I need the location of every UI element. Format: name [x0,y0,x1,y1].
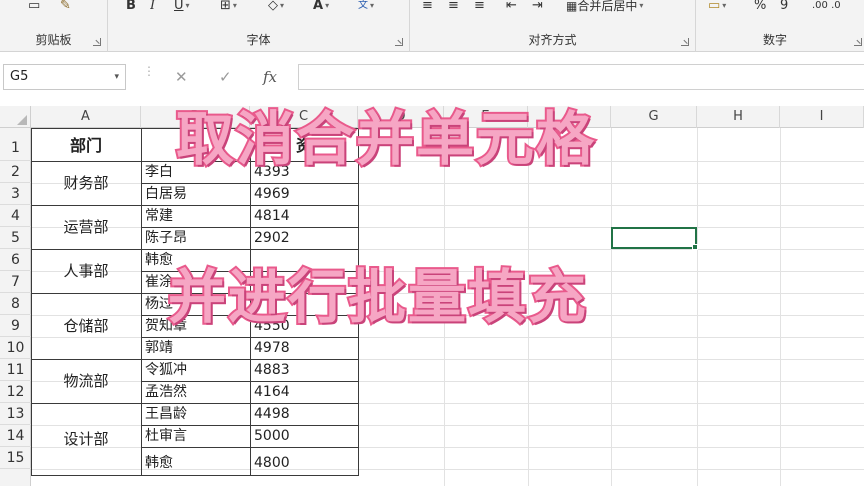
chevron-down-icon[interactable]: ▾ [114,65,119,89]
merge-center-button[interactable]: ▦合并后居中 ▾ [566,0,684,18]
dept-cell[interactable]: 物流部 [31,359,141,403]
fx-icon[interactable]: fx [263,64,277,90]
alignment-launcher-icon[interactable] [681,38,689,46]
row-header-10[interactable]: 10 [0,337,31,359]
percent-button[interactable]: % [754,0,770,18]
row-header-3[interactable]: 3 [0,183,31,205]
column-header-a[interactable]: A [31,106,141,128]
name-cell[interactable]: 郭靖 [145,337,249,359]
merge-center-label: 合并后居中 [577,0,638,13]
name-cell[interactable]: 白居易 [145,183,249,205]
row-header-4[interactable]: 4 [0,205,31,227]
salary-cell[interactable]: 4498 [254,403,354,425]
name-cell[interactable]: 令狐冲 [145,359,249,381]
font-launcher-icon[interactable] [395,38,403,46]
name-cell[interactable]: 常建 [145,205,249,227]
name-cell[interactable]: 杜审言 [145,425,249,447]
row-header-7[interactable]: 7 [0,271,31,293]
row-header-6[interactable]: 6 [0,249,31,271]
name-box-value: G5 [10,69,29,84]
align-left-icon[interactable]: ≡ [422,0,440,18]
ribbon: ▭ ✎ 剪贴板 B I U ▾ ⊞ ▾ ◇ ▾ A ▾ 文 ▾ 字体 ≡ ≡ ≡ ⇤ ⇥ … [0,0,864,52]
decimal-buttons[interactable]: .00 .0 [812,0,860,18]
row-header-8[interactable]: 8 [0,293,31,315]
salary-cell[interactable]: 4814 [254,205,354,227]
name-cell[interactable]: 王昌龄 [145,403,249,425]
salary-cell[interactable]: 4978 [254,337,354,359]
clipboard-launcher-icon[interactable] [93,38,101,46]
name-cell[interactable]: 韩愈 [145,452,249,474]
cancel-icon[interactable]: ✕ [175,64,188,90]
salary-cell[interactable]: 4883 [254,359,354,381]
dept-cell[interactable]: 人事部 [31,249,141,293]
copy-icon[interactable]: ▭ [28,0,48,18]
select-all-button[interactable] [0,106,31,128]
header-cell-dept[interactable]: 部门 [31,133,141,159]
check-icon[interactable]: ✓ [219,64,232,90]
grip-icon[interactable]: ⋮ [143,65,155,86]
formula-input[interactable] [298,64,864,90]
format-painter-icon[interactable]: ✎ [60,0,82,18]
group-label-number: 数字 [762,33,787,47]
bold-icon[interactable]: B [126,0,140,18]
dept-cell[interactable]: 仓储部 [31,293,141,359]
fill-color-icon[interactable]: ◇ ▾ [268,0,304,18]
group-label-clipboard: 剪贴板 [35,33,72,47]
row-header-5[interactable]: 5 [0,227,31,249]
border-icon[interactable]: ⊞ ▾ [220,0,254,18]
font-color-icon[interactable]: A ▾ [313,0,347,18]
decrease-indent-icon[interactable]: ⇤ [506,0,526,18]
row-header-15[interactable]: 15 [0,447,31,469]
group-label-alignment: 对齐方式 [528,33,577,47]
row-header-11[interactable]: 11 [0,359,31,381]
name-cell[interactable]: 孟浩然 [145,381,249,403]
alignment-group: ≡ ≡ ≡ ⇤ ⇥ ▦合并后居中 ▾ 对齐方式 [410,0,696,52]
group-label-font: 字体 [246,33,271,47]
phonetic-icon[interactable]: 文 ▾ [358,0,382,18]
salary-cell[interactable]: 5000 [254,425,354,447]
number-launcher-icon[interactable] [854,38,862,46]
active-cell-g5[interactable] [611,227,697,249]
overlay-caption-2: 并进行批量填充 [166,261,589,333]
salary-cell[interactable]: 2902 [254,227,354,249]
column-header-h[interactable]: H [697,106,780,128]
overlay-caption-1: 取消合并单元格 [174,103,597,175]
clipboard-group: ▭ ✎ 剪贴板 [0,0,108,52]
row-header-13[interactable]: 13 [0,403,31,425]
number-group: ▭ ▾ % 9 .00 .0 数字 [696,0,864,52]
row-header-2[interactable]: 2 [0,161,31,183]
name-cell[interactable]: 陈子昂 [145,227,249,249]
row-header-14[interactable]: 14 [0,425,31,447]
font-group: B I U ▾ ⊞ ▾ ◇ ▾ A ▾ 文 ▾ 字体 [108,0,410,52]
dept-cell[interactable]: 财务部 [31,161,141,205]
row-header-12[interactable]: 12 [0,381,31,403]
italic-icon[interactable]: I [150,0,164,18]
comma-style-button[interactable]: 9 [780,0,794,18]
row-header-9[interactable]: 9 [0,315,31,337]
name-box[interactable]: G5 ▾ [3,64,126,90]
row-header-1[interactable]: 1 [0,128,31,161]
align-center-icon[interactable]: ≡ [448,0,466,18]
salary-cell[interactable]: 4969 [254,183,354,205]
salary-cell[interactable]: 4164 [254,381,354,403]
formula-icons: ✕ ✓ fx [163,64,293,90]
salary-cell[interactable]: 4800 [254,452,354,474]
formula-bar: G5 ▾ ⋮ ✕ ✓ fx [0,60,864,92]
column-header-i[interactable]: I [780,106,864,128]
underline-icon[interactable]: U ▾ [174,0,198,18]
column-header-g[interactable]: G [611,106,697,128]
row-header-column: 1 2 3 4 5 6 7 8 9 10 11 12 13 14 15 [0,128,31,486]
fill-handle[interactable] [692,244,698,250]
dept-cell[interactable]: 设计部 [31,403,141,475]
increase-indent-icon[interactable]: ⇥ [532,0,552,18]
currency-icon[interactable]: ▭ ▾ [708,0,748,18]
align-right-icon[interactable]: ≡ [474,0,492,18]
dept-cell[interactable]: 运营部 [31,205,141,249]
